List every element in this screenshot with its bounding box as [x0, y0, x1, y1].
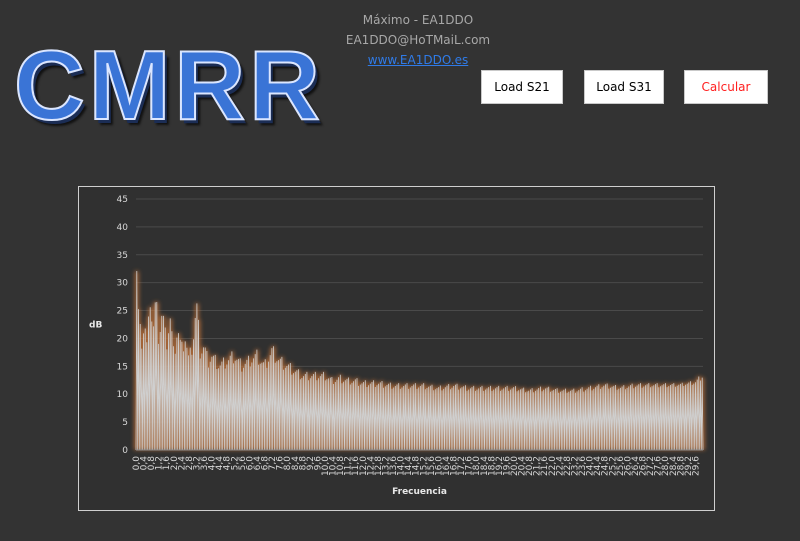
- cmrr-chart: 0 5 10 15 20 25 30 35 40 45 0,0 0,4 0,8 1,2 1,6 2,0 2,4 2…: [78, 186, 715, 511]
- y-tick-label: 5: [122, 418, 128, 428]
- y-tick-label: 25: [117, 307, 128, 317]
- y-tick-label: 40: [117, 223, 129, 233]
- calcular-button[interactable]: Calcular: [684, 70, 768, 104]
- y-tick-label: 45: [117, 195, 128, 205]
- x-tick-label: 29,6: [691, 456, 701, 476]
- author-line: Máximo - EA1DDO: [362, 13, 474, 27]
- series-line: [135, 270, 704, 451]
- x-axis-title: Frecuencia: [392, 487, 447, 497]
- load-s21-button[interactable]: Load S21: [481, 70, 563, 104]
- series-path: [135, 270, 704, 451]
- load-s31-button[interactable]: Load S31: [584, 70, 664, 104]
- cmrr-logo: CMRR: [13, 30, 324, 140]
- website-link[interactable]: www.EA1DDO.es: [318, 50, 518, 70]
- y-tick-label: 30: [117, 279, 129, 289]
- credits-block: Máximo - EA1DDO EA1DDO@HoTMaiL.com www.E…: [318, 10, 518, 70]
- chart-canvas: 0510152025303540450,00,40,81,21,62,02,42…: [89, 195, 705, 497]
- y-axis-title: dB: [89, 321, 102, 331]
- y-tick-label: 35: [117, 251, 128, 261]
- y-tick-label: 10: [117, 390, 129, 400]
- y-tick-label: 20: [117, 334, 129, 344]
- y-tick-label: 15: [117, 362, 128, 372]
- email-line: EA1DDO@HoTMaiL.com: [345, 33, 491, 47]
- y-tick-label: 0: [122, 446, 128, 456]
